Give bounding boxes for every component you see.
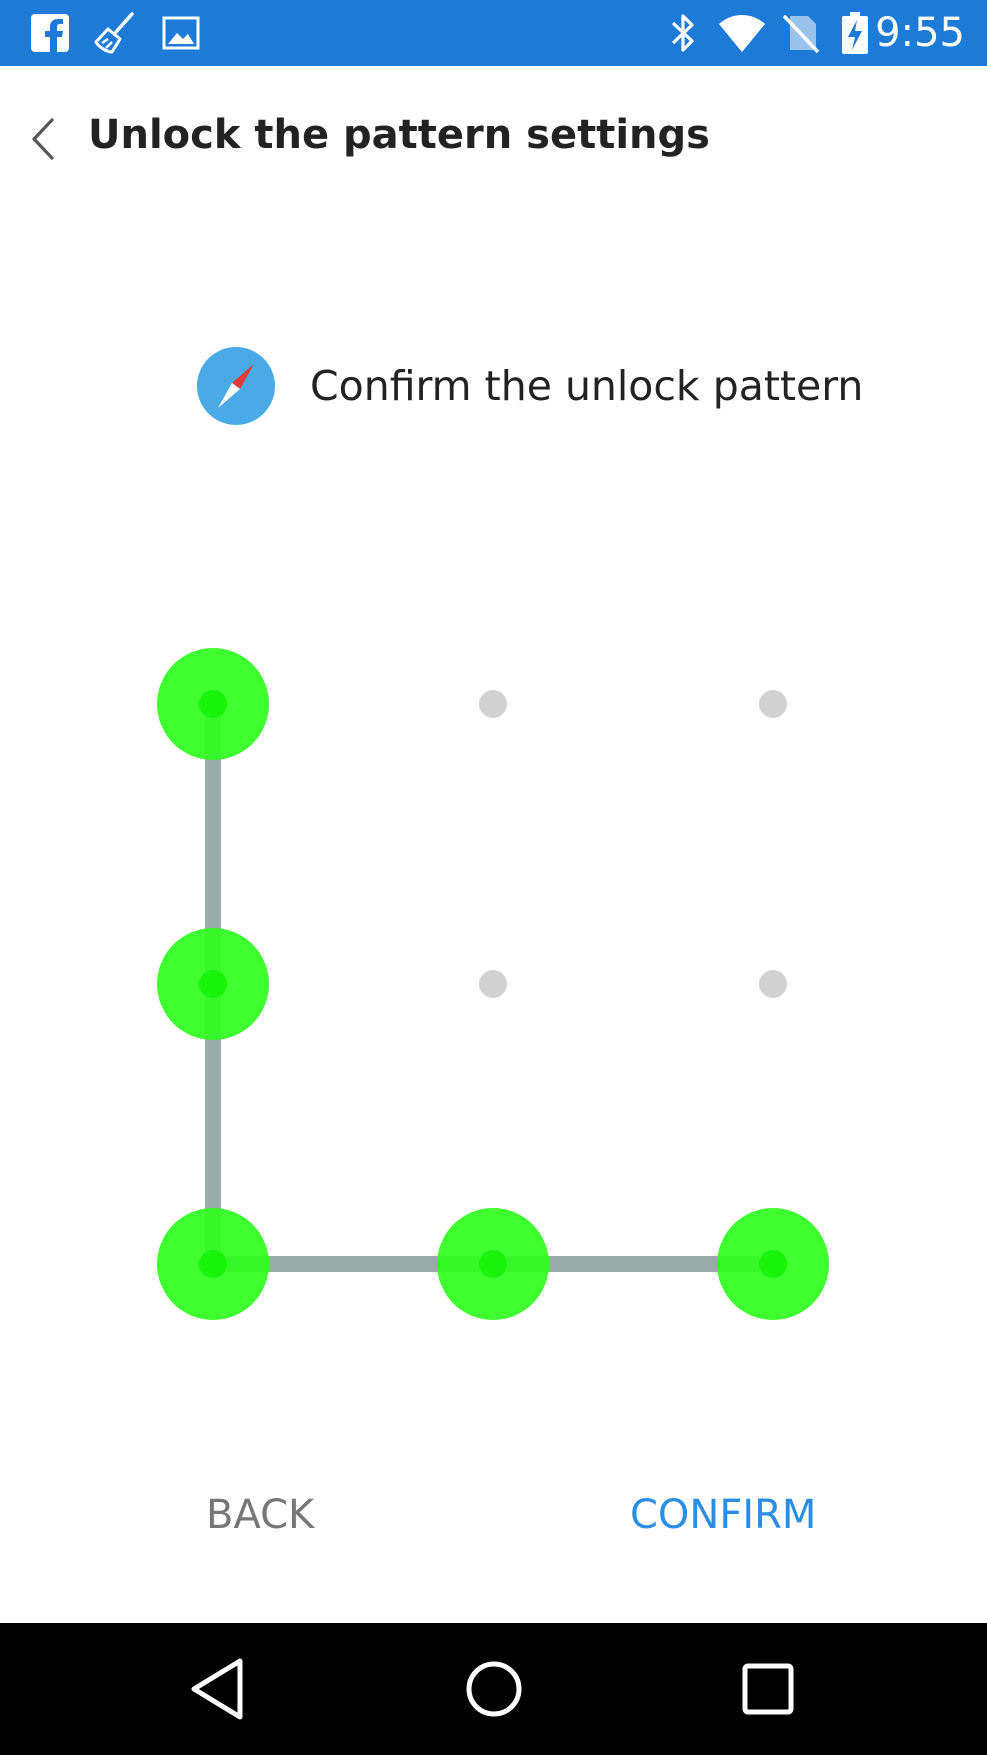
pattern-node[interactable] [717,648,829,760]
pattern-node[interactable] [717,928,829,1040]
cleaner-broom-icon [94,12,134,54]
screen: 9:55 Unlock the pattern settings Confirm… [0,0,987,1755]
bluetooth-icon [671,14,694,52]
nav-back-icon[interactable] [180,1649,260,1729]
pattern-nodes [157,648,829,1320]
status-bar: 9:55 [0,0,987,66]
gallery-image-icon [162,16,200,50]
prompt-text: Confirm the unlock pattern [310,362,864,410]
pattern-node-selected[interactable] [157,1208,269,1320]
wifi-icon [719,15,765,52]
pattern-node-selected[interactable] [157,648,269,760]
nav-home-icon[interactable] [454,1649,534,1729]
pattern-lock[interactable] [0,0,987,1755]
confirm-button[interactable]: CONFIRM [620,1480,826,1550]
back-arrow-icon[interactable] [26,114,66,164]
facebook-icon [31,14,69,53]
status-time: 9:55 [875,10,965,56]
back-button[interactable]: BACK [196,1480,324,1550]
pattern-node[interactable] [437,648,549,760]
header: Unlock the pattern settings [0,66,987,206]
navigation-bar [0,1623,987,1755]
page-title: Unlock the pattern settings [88,112,710,158]
pattern-node[interactable] [437,928,549,1040]
pattern-node-selected[interactable] [157,928,269,1040]
no-sim-icon [782,14,820,54]
compass-icon [197,347,275,425]
pattern-node-selected[interactable] [717,1208,829,1320]
pattern-node-selected[interactable] [437,1208,549,1320]
nav-recents-icon[interactable] [728,1649,808,1729]
battery-charging-icon [842,12,868,54]
